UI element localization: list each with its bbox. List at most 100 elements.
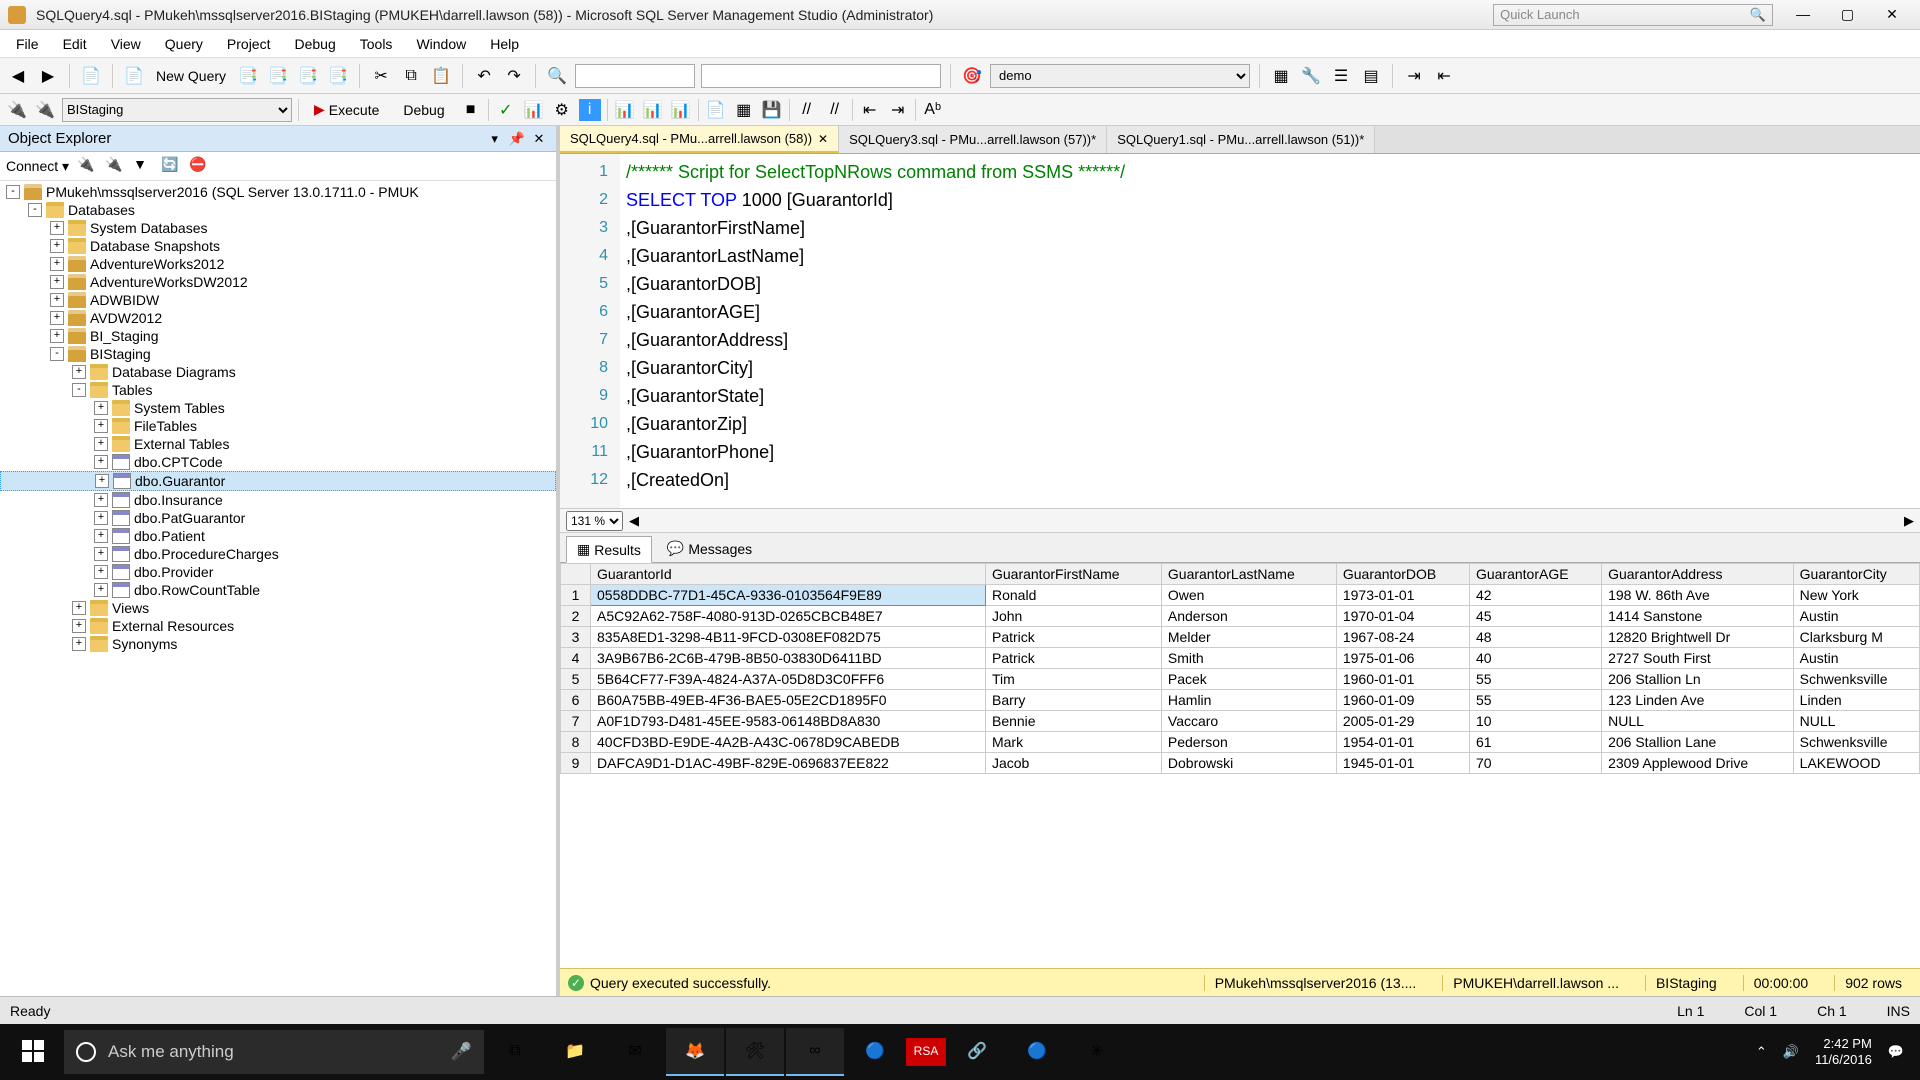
tree-node[interactable]: +dbo.ProcedureCharges xyxy=(0,545,556,563)
new-project-button[interactable]: 📄 xyxy=(79,64,103,88)
tree-node[interactable]: -Databases xyxy=(0,201,556,219)
zoom-select[interactable]: 131 % xyxy=(566,511,623,531)
comment-button[interactable]: // xyxy=(796,99,818,121)
cut-button[interactable]: ✂ xyxy=(369,64,393,88)
skype-business-taskbar[interactable]: 🔵 xyxy=(1008,1028,1066,1076)
increase-indent-button[interactable]: ⇥ xyxy=(887,99,909,121)
new-query-icon[interactable]: 📄 xyxy=(122,64,146,88)
menu-file[interactable]: File xyxy=(6,33,49,55)
properties-button[interactable]: 🔧 xyxy=(1299,64,1323,88)
document-tab[interactable]: SQLQuery4.sql - PMu...arrell.lawson (58)… xyxy=(560,126,839,153)
menu-tools[interactable]: Tools xyxy=(350,33,403,55)
mic-icon[interactable]: 🎤 xyxy=(451,1042,472,1062)
solution-config-select[interactable]: demo xyxy=(990,64,1250,88)
tree-node[interactable]: +ADWBIDW xyxy=(0,291,556,309)
tree-node[interactable]: +dbo.PatGuarantor xyxy=(0,509,556,527)
new-query-button[interactable]: New Query xyxy=(152,68,230,84)
intellisense-button[interactable]: i xyxy=(579,99,601,121)
reg-servers-button[interactable]: ▦ xyxy=(1269,64,1293,88)
minimize-button[interactable]: — xyxy=(1783,6,1823,22)
tree-node[interactable]: -Tables xyxy=(0,381,556,399)
misc-taskbar[interactable]: ✳ xyxy=(1068,1028,1126,1076)
start-button[interactable] xyxy=(4,1028,62,1076)
redo-button[interactable]: ↷ xyxy=(502,64,526,88)
tree-node[interactable]: +AdventureWorks2012 xyxy=(0,255,556,273)
stop-icon[interactable]: 🔌 xyxy=(105,156,125,176)
menu-window[interactable]: Window xyxy=(406,33,476,55)
stop-refresh-icon[interactable]: ⛔ xyxy=(189,156,209,176)
tree-node[interactable]: +BI_Staging xyxy=(0,327,556,345)
hscroll-right-icon[interactable]: ▶ xyxy=(1904,513,1914,529)
change-connection-button[interactable]: 🔌 xyxy=(6,99,28,121)
code-editor[interactable]: 123456789101112 /****** Script for Selec… xyxy=(560,154,1920,509)
menu-debug[interactable]: Debug xyxy=(284,33,345,55)
query-options-button[interactable]: ⚙ xyxy=(551,99,573,121)
task-view-button[interactable]: ⧉ xyxy=(486,1028,544,1076)
menu-view[interactable]: View xyxy=(101,33,151,55)
tab-close-icon[interactable]: ✕ xyxy=(818,132,828,146)
refresh-icon[interactable]: 🔄 xyxy=(161,156,181,176)
menu-query[interactable]: Query xyxy=(155,33,213,55)
parse-button[interactable]: ✓ xyxy=(495,99,517,121)
execute-button[interactable]: ▶Execute xyxy=(305,98,388,121)
notifications-icon[interactable]: 💬 xyxy=(1888,1044,1904,1060)
tree-node[interactable]: +Views xyxy=(0,599,556,617)
debug-button[interactable]: Debug xyxy=(394,99,453,121)
estimated-plan-button[interactable]: 📊 xyxy=(523,99,545,121)
stop-button[interactable]: ■ xyxy=(460,99,482,121)
tree-node[interactable]: +dbo.RowCountTable xyxy=(0,581,556,599)
mail-taskbar[interactable]: ✉ xyxy=(606,1028,664,1076)
rsa-taskbar[interactable]: RSA xyxy=(906,1038,946,1066)
client-stats-button[interactable]: 📊 xyxy=(670,99,692,121)
tree-node[interactable]: +Synonyms xyxy=(0,635,556,653)
tree-node[interactable]: -BIStaging xyxy=(0,345,556,363)
template-browser-button[interactable]: ▤ xyxy=(1359,64,1383,88)
disconnect-icon[interactable]: 🔌 xyxy=(77,156,97,176)
copy-button[interactable]: ⧉ xyxy=(399,64,423,88)
tree-node[interactable]: +External Resources xyxy=(0,617,556,635)
paste-button[interactable]: 📋 xyxy=(429,64,453,88)
tree-node[interactable]: +Database Snapshots xyxy=(0,237,556,255)
messages-tab[interactable]: 💬 Messages xyxy=(656,535,763,562)
tree-node[interactable]: +System Tables xyxy=(0,399,556,417)
results-tab[interactable]: ▦ Results xyxy=(566,536,652,563)
menu-project[interactable]: Project xyxy=(217,33,281,55)
solution-input[interactable] xyxy=(701,64,941,88)
quick-launch-input[interactable]: Quick Launch 🔍 xyxy=(1493,4,1773,26)
tree-node[interactable]: +dbo.Provider xyxy=(0,563,556,581)
ssms-taskbar[interactable]: 🛠 xyxy=(726,1028,784,1076)
filter-icon[interactable]: ▼ xyxy=(133,156,153,176)
panel-pin-icon[interactable]: 📌 xyxy=(508,131,526,147)
tree-node[interactable]: +AVDW2012 xyxy=(0,309,556,327)
disconnect-button[interactable]: 🔌 xyxy=(34,99,56,121)
dmx-query-button[interactable]: 📑 xyxy=(266,64,290,88)
system-clock[interactable]: 2:42 PM 11/6/2016 xyxy=(1815,1036,1872,1068)
skype-taskbar[interactable]: 🔵 xyxy=(846,1028,904,1076)
object-explorer-button[interactable]: ☰ xyxy=(1329,64,1353,88)
results-grid-button[interactable]: ▦ xyxy=(733,99,755,121)
document-tab[interactable]: SQLQuery1.sql - PMu...arrell.lawson (51)… xyxy=(1107,126,1375,153)
indent-button[interactable]: ⇥ xyxy=(1402,64,1426,88)
panel-dropdown-icon[interactable]: ▾ xyxy=(486,131,504,147)
nav-back-button[interactable]: ◀ xyxy=(6,64,30,88)
visual-studio-taskbar[interactable]: ∞ xyxy=(786,1028,844,1076)
volume-icon[interactable]: 🔊 xyxy=(1783,1044,1799,1060)
find-input[interactable] xyxy=(575,64,695,88)
results-text-button[interactable]: 📄 xyxy=(705,99,727,121)
actual-plan-button[interactable]: 📊 xyxy=(614,99,636,121)
tree-node[interactable]: +External Tables xyxy=(0,435,556,453)
tree-node[interactable]: -PMukeh\mssqlserver2016 (SQL Server 13.0… xyxy=(0,183,556,201)
connect-button[interactable]: Connect ▾ xyxy=(6,158,69,175)
panel-close-icon[interactable]: ✕ xyxy=(530,131,548,147)
xmla-query-button[interactable]: 📑 xyxy=(296,64,320,88)
tree-node[interactable]: +Database Diagrams xyxy=(0,363,556,381)
file-explorer-taskbar[interactable]: 📁 xyxy=(546,1028,604,1076)
mdx-query-button[interactable]: 📑 xyxy=(236,64,260,88)
live-stats-button[interactable]: 📊 xyxy=(642,99,664,121)
tree-node[interactable]: +System Databases xyxy=(0,219,556,237)
database-select[interactable]: BIStaging xyxy=(62,98,292,122)
maximize-button[interactable]: ▢ xyxy=(1828,6,1868,23)
undo-button[interactable]: ↶ xyxy=(472,64,496,88)
outdent-button[interactable]: ⇤ xyxy=(1432,64,1456,88)
tree-node[interactable]: +FileTables xyxy=(0,417,556,435)
